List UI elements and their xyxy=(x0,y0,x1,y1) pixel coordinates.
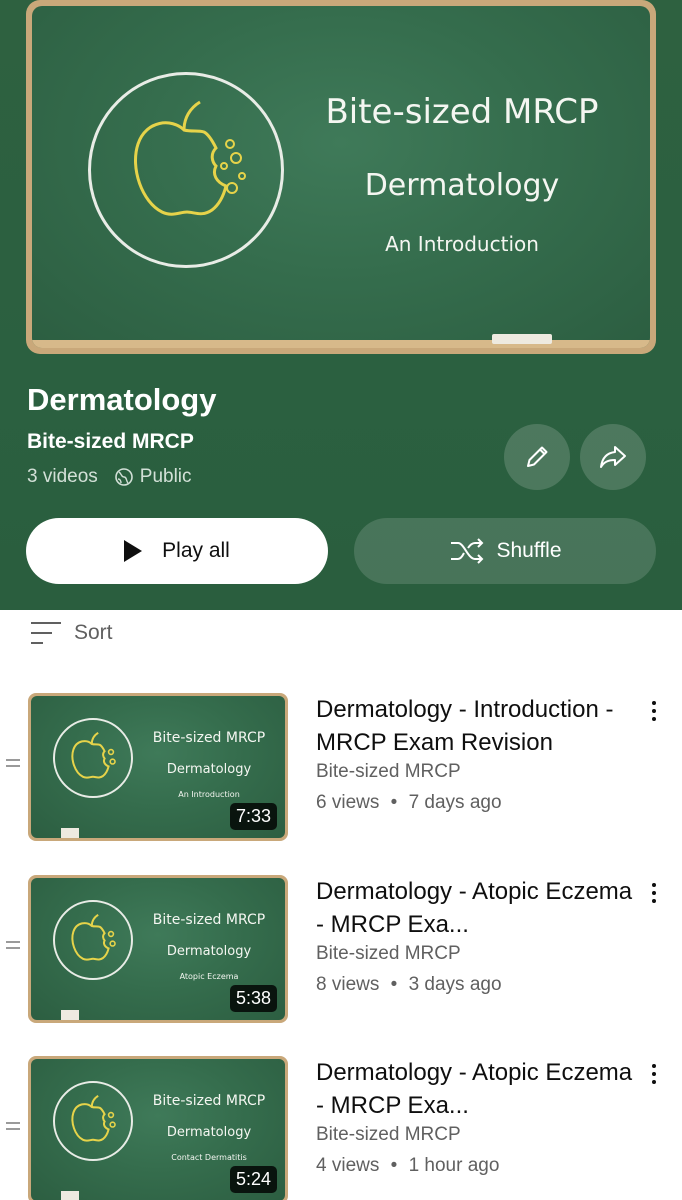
sort-label: Sort xyxy=(74,621,113,644)
chalk-stick xyxy=(61,828,79,838)
video-meta: 8 views • 3 days ago xyxy=(316,974,502,996)
meta-separator: • xyxy=(390,1155,398,1176)
kebab-menu-icon[interactable] xyxy=(650,883,658,905)
play-icon xyxy=(124,540,143,562)
thumbnail-subtitle: Dermatology xyxy=(166,944,252,959)
chalkboard: Bite-sized MRCP Dermatology An Introduct… xyxy=(32,6,650,348)
kebab-menu-icon[interactable] xyxy=(650,701,658,723)
thumbnail-title: Bite-sized MRCP xyxy=(152,1093,266,1109)
video-thumbnail[interactable]: Bite-sized MRCP Dermatology An Introduct… xyxy=(28,693,288,841)
chalk-stick xyxy=(492,334,552,344)
thumbnail-caption: Atopic Eczema xyxy=(179,972,239,981)
drag-handle-icon[interactable] xyxy=(6,759,20,769)
video-thumbnail[interactable]: Bite-sized MRCP Dermatology Contact Derm… xyxy=(28,1056,288,1200)
meta-separator: • xyxy=(390,792,398,813)
cover-subtitle: Dermatology xyxy=(364,168,560,203)
globe-icon xyxy=(114,468,133,486)
video-thumbnail[interactable]: Bite-sized MRCP Dermatology Atopic Eczem… xyxy=(28,875,288,1023)
drag-handle-icon[interactable] xyxy=(6,941,20,951)
video-channel: Bite-sized MRCP xyxy=(316,761,461,782)
playlist-cover-image[interactable]: Bite-sized MRCP Dermatology An Introduct… xyxy=(26,0,656,354)
cover-title: Bite-sized MRCP xyxy=(325,92,599,132)
duration-badge: 5:24 xyxy=(229,1166,277,1193)
chalkboard: Bite-sized MRCP Dermatology Contact Derm… xyxy=(31,1059,285,1200)
video-meta: 4 views • 1 hour ago xyxy=(316,1155,499,1177)
thumbnail-title: Bite-sized MRCP xyxy=(152,730,266,746)
share-arrow-icon xyxy=(600,446,626,468)
video-channel: Bite-sized MRCP xyxy=(316,1124,461,1145)
upload-age: 3 days ago xyxy=(408,974,502,995)
play-all-button[interactable]: Play all xyxy=(26,518,328,584)
chalkboard: Bite-sized MRCP Dermatology Atopic Eczem… xyxy=(31,878,285,1020)
video-title[interactable]: Dermatology - Atopic Eczema - MRCP Exa..… xyxy=(316,1056,646,1122)
sort-button[interactable]: Sort xyxy=(30,620,113,646)
video-title[interactable]: Dermatology - Introduction - MRCP Exam R… xyxy=(316,693,646,759)
playlist-title: Dermatology xyxy=(27,382,217,417)
drag-handle-icon[interactable] xyxy=(6,1122,20,1132)
board-ledge xyxy=(32,340,650,348)
thumbnail-caption: Contact Dermatitis xyxy=(171,1153,247,1162)
thumbnail-title: Bite-sized MRCP xyxy=(152,912,266,928)
chalk-stick xyxy=(61,1191,79,1200)
view-count: 4 views xyxy=(316,1155,380,1176)
upload-age: 1 hour ago xyxy=(408,1155,500,1176)
edit-playlist-button[interactable] xyxy=(504,424,570,490)
apple-logo-icon xyxy=(71,1094,116,1142)
apple-logo-icon xyxy=(71,731,116,779)
visibility-label: Public xyxy=(139,466,192,487)
thumbnail-subtitle: Dermatology xyxy=(166,1125,252,1140)
playlist-header: Bite-sized MRCP Dermatology An Introduct… xyxy=(0,0,682,610)
share-playlist-button[interactable] xyxy=(580,424,646,490)
playlist-video-row[interactable]: Bite-sized MRCP Dermatology Contact Derm… xyxy=(0,1056,682,1200)
playlist-video-row[interactable]: Bite-sized MRCP Dermatology An Introduct… xyxy=(0,693,682,853)
chalk-stick xyxy=(61,1010,79,1020)
duration-badge: 7:33 xyxy=(229,803,277,830)
shuffle-button[interactable]: Shuffle xyxy=(354,518,656,584)
sort-lines-icon xyxy=(31,622,61,644)
shuffle-label: Shuffle xyxy=(496,539,562,562)
apple-logo-icon xyxy=(134,100,246,216)
playlist-video-row[interactable]: Bite-sized MRCP Dermatology Atopic Eczem… xyxy=(0,875,682,1035)
view-count: 6 views xyxy=(316,792,380,813)
playlist-channel-link[interactable]: Bite-sized MRCP xyxy=(27,430,194,454)
thumbnail-subtitle: Dermatology xyxy=(166,762,252,777)
duration-badge: 5:38 xyxy=(229,985,277,1012)
playlist-meta: 3 videos Public xyxy=(27,466,192,488)
chalkboard: Bite-sized MRCP Dermatology An Introduct… xyxy=(31,696,285,838)
pencil-icon xyxy=(527,446,548,467)
shuffle-icon xyxy=(450,538,483,564)
meta-separator: • xyxy=(390,974,398,995)
video-meta: 6 views • 7 days ago xyxy=(316,792,502,814)
video-count: 3 videos xyxy=(27,466,98,487)
kebab-menu-icon[interactable] xyxy=(650,1064,658,1086)
thumbnail-caption: An Introduction xyxy=(178,790,240,799)
video-title[interactable]: Dermatology - Atopic Eczema - MRCP Exa..… xyxy=(316,875,646,941)
cover-caption: An Introduction xyxy=(385,232,539,256)
video-channel: Bite-sized MRCP xyxy=(316,943,461,964)
play-all-label: Play all xyxy=(162,539,230,562)
apple-logo-icon xyxy=(71,913,116,961)
upload-age: 7 days ago xyxy=(408,792,502,813)
view-count: 8 views xyxy=(316,974,380,995)
